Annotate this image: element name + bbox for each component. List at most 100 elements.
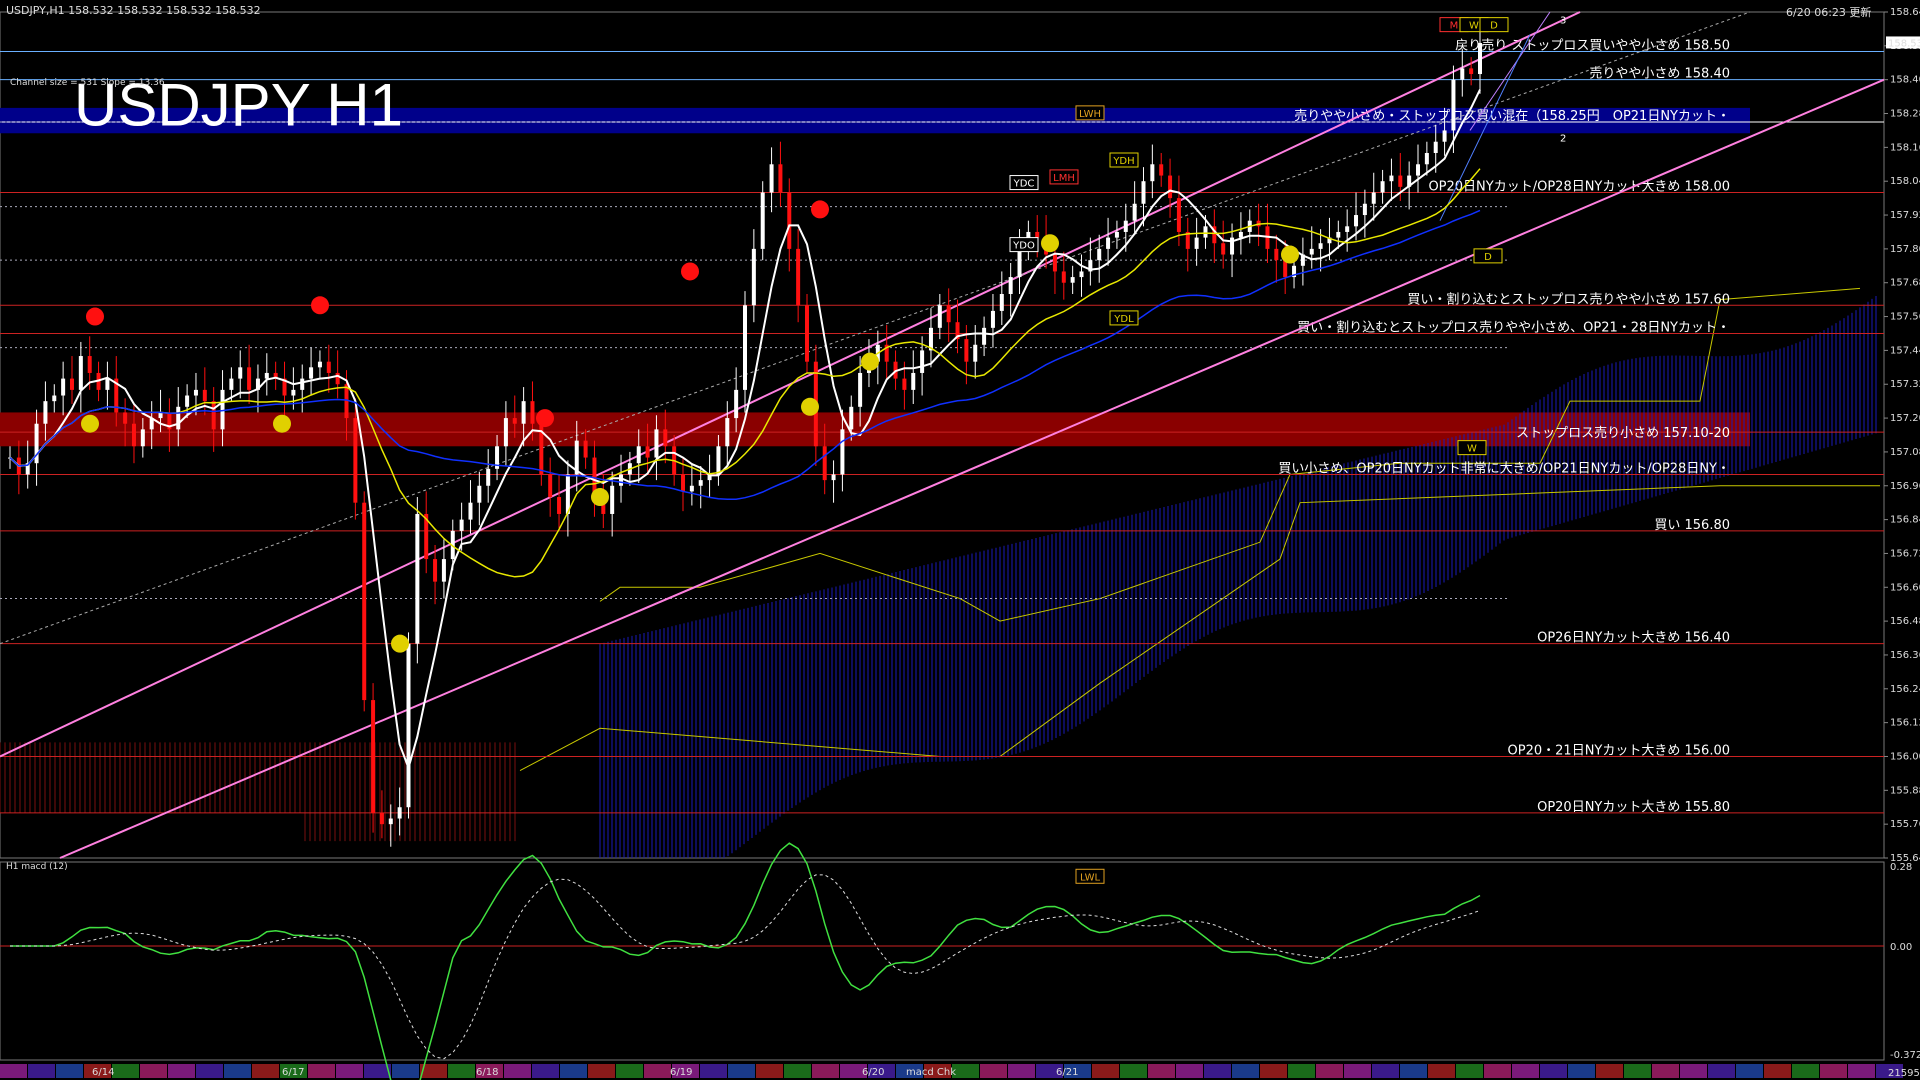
fractal-marker-icon [811, 200, 829, 219]
candle-body [530, 401, 535, 424]
candle-body [1274, 248, 1279, 261]
candle-body [681, 474, 686, 492]
svg-text:YDH: YDH [1112, 156, 1134, 167]
candle-body [43, 401, 48, 424]
candle-body [317, 361, 322, 368]
candle-body [397, 807, 402, 819]
candle-body [69, 378, 74, 390]
candle-body [654, 429, 659, 458]
candle-body [1238, 231, 1243, 238]
macd-bottom-label: 215959 [1888, 1068, 1920, 1079]
candle-body [468, 502, 473, 520]
candle-body [291, 389, 296, 396]
candle-body [185, 395, 190, 407]
candle-body [379, 812, 384, 825]
candle-body [193, 389, 198, 396]
price-tick: 158.400 [1890, 75, 1920, 86]
svg-text:W: W [1469, 21, 1479, 32]
candle-body [1168, 175, 1173, 199]
candle-body [1106, 237, 1111, 249]
macd-subwindow-label: H1 macd (12) [6, 862, 68, 872]
channel-info: Channel size = 531 Slope = 13.36 [10, 78, 165, 88]
date-label: 6/19 [670, 1067, 692, 1078]
price-tick: 157.800 [1890, 244, 1920, 255]
level-note: OP20日NYカット/OP28日NYカット大きめ 158.00 [1428, 179, 1730, 194]
level-note: 買い・割り込むとストップロス売りやや小さめ 157.60 [1407, 291, 1730, 307]
candle-body [388, 818, 393, 825]
marker-2: 2 [1560, 134, 1566, 145]
level-note: OP20日NYカット大きめ 155.80 [1537, 800, 1730, 815]
candle-body [557, 497, 562, 514]
candle-body [1389, 175, 1394, 182]
candle-body [946, 305, 951, 323]
candle-body [610, 485, 615, 514]
svg-text:LWH: LWH [1079, 109, 1101, 120]
tag-ydc: YDC [1009, 175, 1039, 191]
candle-body [1070, 277, 1075, 283]
fractal-marker-icon [1281, 245, 1299, 264]
candle-body [937, 305, 942, 328]
level-note: OP26日NYカット大きめ 156.40 [1537, 631, 1730, 646]
candle-body [999, 294, 1004, 311]
candle-body [1460, 68, 1465, 80]
candle-body [1194, 237, 1199, 249]
fractal-marker-icon [591, 488, 609, 507]
candle-body [1097, 248, 1102, 261]
candle-body [1424, 153, 1429, 165]
symbol-header: USDJPY,H1 158.532 158.532 158.532 158.53… [6, 4, 261, 17]
candle-body [973, 344, 978, 362]
candle-body [698, 480, 703, 486]
fractal-marker-icon [391, 634, 409, 653]
price-tick: 156.120 [1890, 718, 1920, 729]
candle-body [1159, 164, 1164, 176]
tag-ydl: YDL [1109, 310, 1139, 326]
candle-body [87, 356, 92, 373]
candle-body [840, 429, 845, 475]
candle-body [1150, 164, 1155, 182]
candle-body [512, 418, 517, 424]
candle-body [787, 192, 792, 249]
candle-body [1451, 79, 1456, 131]
candle-body [990, 310, 995, 328]
candle-body [211, 401, 216, 430]
price-tick: 157.920 [1890, 210, 1920, 221]
candle-body [689, 485, 694, 492]
candle-body [52, 395, 57, 402]
price-tick: 157.200 [1890, 413, 1920, 424]
chart-window[interactable]: 戻り売り ストップロス買いやや小さめ 158.50 売りやや小さめ 158.40 売… [0, 0, 1920, 1080]
date-label: 6/14 [92, 1067, 114, 1078]
price-tick: 156.840 [1890, 515, 1920, 526]
candle-body [734, 389, 739, 419]
candle-body [78, 356, 83, 390]
candle-body [1203, 226, 1208, 238]
candle-body [433, 559, 438, 582]
price-tick: 157.320 [1890, 379, 1920, 390]
price-tick: 157.440 [1890, 345, 1920, 356]
candle-body [353, 418, 358, 503]
candle-body [105, 378, 110, 390]
svg-text:LMH: LMH [1053, 173, 1075, 184]
fractal-marker-icon [801, 397, 819, 416]
candle-body [583, 440, 588, 458]
candle-body [1132, 203, 1137, 221]
candle-body [964, 339, 969, 362]
price-tick: 156.240 [1890, 684, 1920, 695]
fractal-marker-icon [273, 414, 291, 433]
candle-body [548, 474, 553, 498]
price-chart[interactable]: 戻り売り ストップロス買いやや小さめ 158.50売りやや小さめ 158.40売… [0, 0, 1920, 1080]
candle-body [1114, 231, 1119, 238]
macd-tick: 0.00 [1890, 942, 1912, 953]
candle-body [229, 378, 234, 390]
candle-body [335, 372, 340, 385]
candle-body [61, 378, 66, 396]
candle-body [778, 164, 783, 193]
candle-body [822, 446, 827, 481]
date-label: 6/18 [476, 1067, 498, 1078]
candle-body [247, 367, 252, 390]
tag-lwh: LWH [1075, 105, 1105, 121]
price-tick: 156.360 [1890, 650, 1920, 661]
date-label: 6/21 [1056, 1067, 1078, 1078]
candle-body [441, 559, 446, 582]
candle-body [362, 502, 367, 701]
macd-check-label: macd Chk [906, 1067, 956, 1078]
